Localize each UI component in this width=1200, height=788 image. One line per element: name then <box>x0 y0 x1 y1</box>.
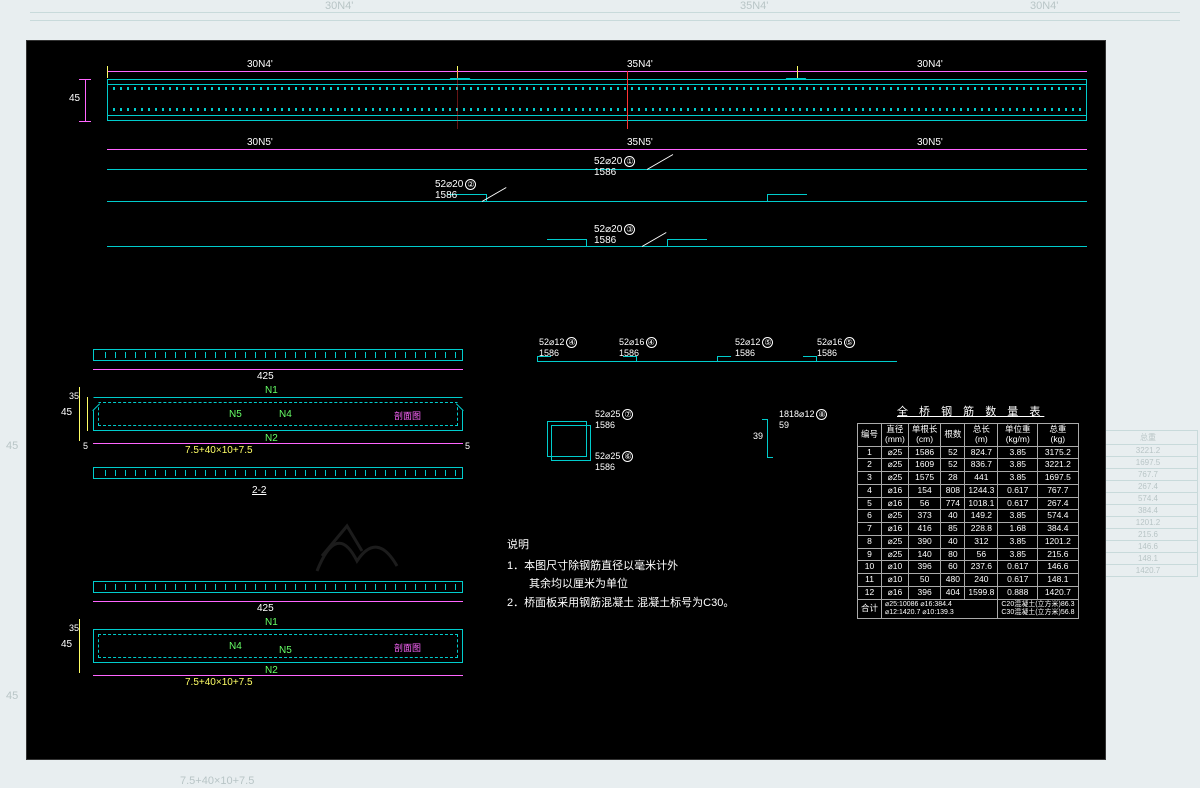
label-N1: N1 <box>265 385 278 396</box>
span-label-a3: 30N4' <box>917 59 943 70</box>
bar-3 <box>107 246 1087 247</box>
section-title: 2-2 <box>252 485 266 496</box>
section-2-2-top-row-b <box>93 581 463 593</box>
rebar-table: 编号直径(mm)单根长(cm)根数总长(m)单位重(kg/m)总重(kg) 1⌀… <box>857 423 1079 619</box>
centerline-red-2 <box>457 71 458 129</box>
cad-drawing-canvas: 30N4' 35N4' 30N4' 45 30N5' 35N5' 30N5' 5… <box>26 40 1106 760</box>
section-2-2-top-row <box>93 349 463 361</box>
main-elevation <box>107 79 1087 121</box>
span-label-b3: 30N5' <box>917 137 943 148</box>
span-label-a2: 35N4' <box>627 59 653 70</box>
centerline-red <box>627 71 628 129</box>
bar-2 <box>107 201 1087 202</box>
section-body-2: N4 N5 剖面图 <box>93 629 463 663</box>
table-title: 全 桥 钢 筋 数 量 表 <box>897 403 1044 419</box>
dim-line-top <box>107 71 1087 72</box>
dim-45-left: 45 <box>69 93 80 104</box>
span-label-b2: 35N5' <box>627 137 653 148</box>
span-label-a1: 30N4' <box>247 59 273 70</box>
notes: 说明 1．本图尺寸除钢筋直径以毫米计外 其余均以厘米为单位 2．桥面板采用钢筋混… <box>507 536 734 613</box>
section-body-1: N5 N4 剖面图 <box>93 397 463 431</box>
bars-45-row <box>537 361 897 362</box>
span-label-b1: 30N5' <box>247 137 273 148</box>
bottom-dim-1: 7.5+40×10+7.5 <box>185 445 253 456</box>
